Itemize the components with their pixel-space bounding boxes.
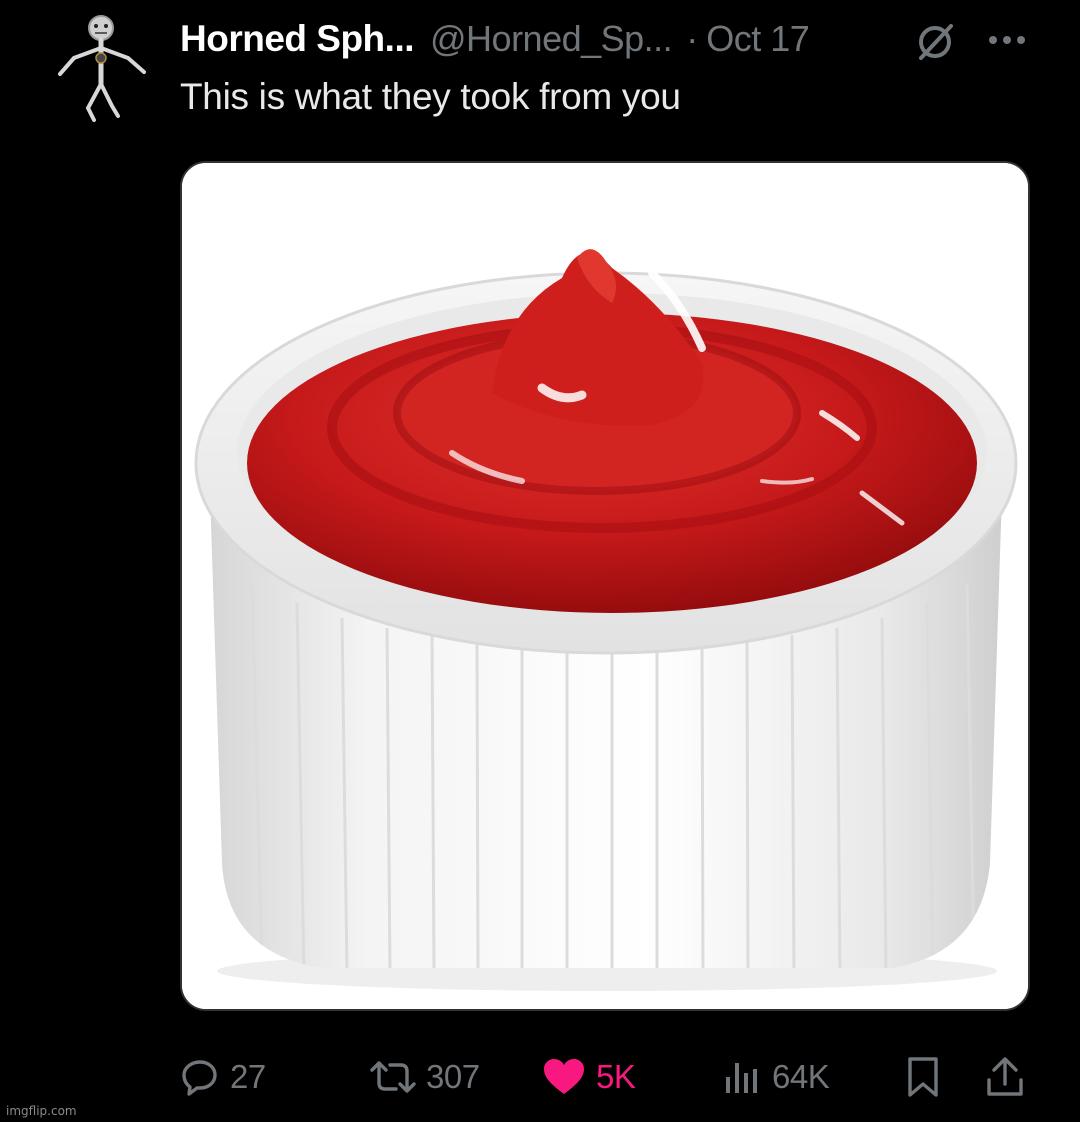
- heart-icon: [544, 1059, 584, 1094]
- post-actions: 27 307 5K 64K: [0, 1050, 1080, 1104]
- user-handle[interactable]: @Horned_Sp...: [430, 18, 673, 60]
- stick-figure-avatar-icon: [58, 15, 146, 122]
- ketchup-ramekin-image: [182, 163, 1028, 1009]
- like-count: 5K: [596, 1058, 636, 1095]
- reply-icon: [182, 1060, 217, 1096]
- post-date[interactable]: Oct 17: [706, 18, 810, 60]
- reply-count: 27: [230, 1058, 266, 1095]
- bookmark-icon: [908, 1057, 938, 1097]
- avatar[interactable]: [46, 8, 156, 128]
- post-text: This is what they took from you: [180, 76, 681, 117]
- views-button[interactable]: 64K: [722, 1050, 830, 1104]
- share-icon: [987, 1057, 1023, 1096]
- display-name[interactable]: Horned Sph...: [180, 18, 415, 60]
- reply-button[interactable]: 27: [180, 1050, 266, 1104]
- view-count: 64K: [772, 1058, 830, 1095]
- repost-count: 307: [426, 1058, 480, 1095]
- separator-dot: ·: [686, 18, 699, 59]
- post-header: Horned Sph... @Horned_Sp... · Oct 17: [180, 14, 810, 64]
- more-options-icon[interactable]: [985, 22, 1029, 58]
- watermark: imgflip.com: [6, 1104, 77, 1118]
- like-button[interactable]: 5K: [542, 1050, 636, 1104]
- views-chart-icon: [726, 1063, 757, 1093]
- share-button[interactable]: [985, 1050, 1025, 1104]
- repost-icon: [370, 1061, 416, 1093]
- grok-icon[interactable]: [913, 20, 957, 64]
- bookmark-button[interactable]: [905, 1050, 941, 1104]
- repost-button[interactable]: 307: [370, 1050, 480, 1104]
- post-image[interactable]: [180, 161, 1030, 1011]
